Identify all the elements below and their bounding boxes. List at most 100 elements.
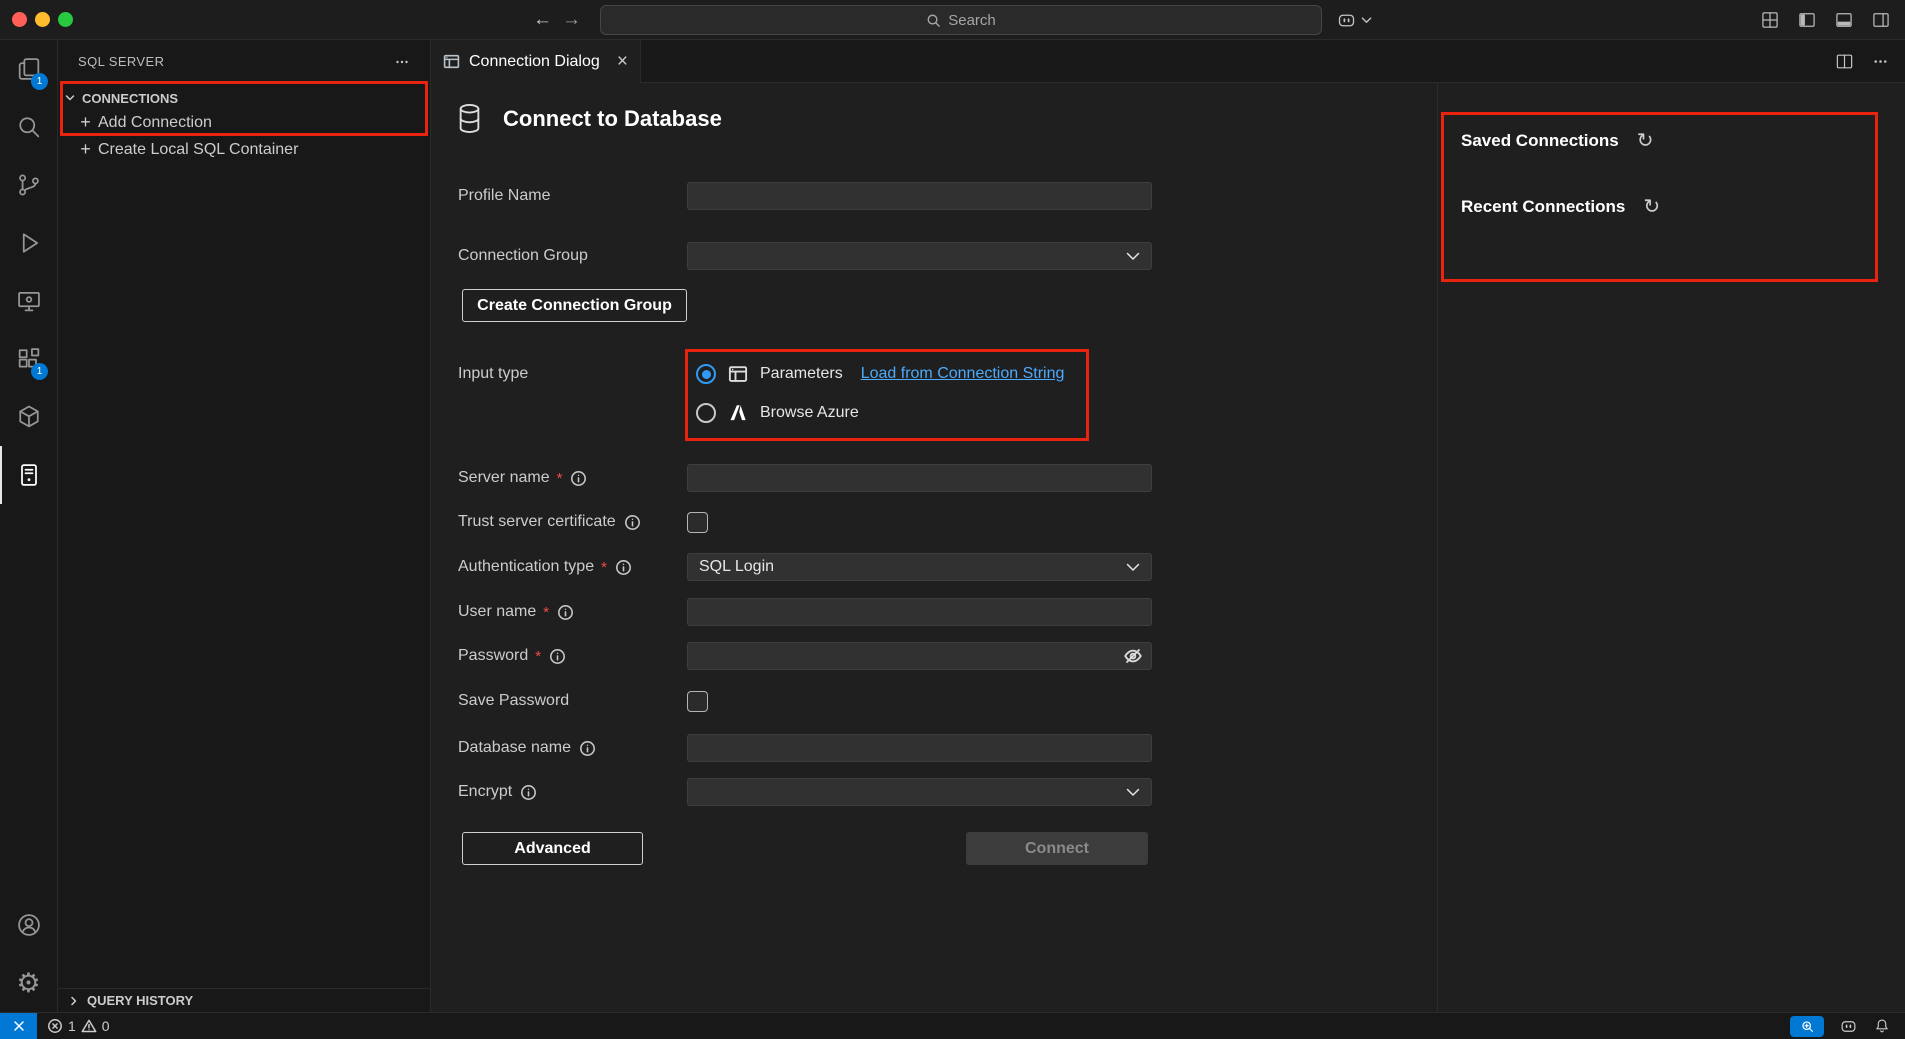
activitybar-sql-server[interactable]	[0, 446, 57, 504]
window-close-button[interactable]	[12, 12, 27, 27]
workbench: 1	[0, 40, 1905, 1012]
server-name-label: Server name *	[458, 464, 587, 492]
add-connection-label: Add Connection	[98, 114, 212, 132]
create-connection-group-button[interactable]: Create Connection Group	[462, 289, 687, 322]
activitybar-accounts[interactable]	[0, 896, 57, 954]
run-debug-icon	[15, 229, 43, 257]
customize-layout-icon[interactable]	[1760, 10, 1780, 30]
sidebar-header: SQL SERVER	[58, 40, 430, 83]
info-icon	[520, 784, 537, 801]
sidebar-section-query-history[interactable]: QUERY HISTORY	[58, 988, 430, 1012]
error-icon	[47, 1018, 63, 1034]
chevron-down-icon	[1126, 252, 1140, 261]
sidebar-item-create-local-sql-container[interactable]: + Create Local SQL Container	[58, 136, 430, 163]
warning-count: 0	[102, 1018, 110, 1034]
refresh-icon[interactable]: ↻	[1637, 131, 1654, 151]
sidebar-item-add-connection[interactable]: + Add Connection	[58, 109, 430, 136]
activitybar-remote-explorer[interactable]	[0, 272, 57, 330]
connect-button[interactable]: Connect	[966, 832, 1148, 865]
activitybar-settings[interactable]: ⚙	[0, 954, 57, 1012]
info-icon	[624, 514, 641, 531]
problems-status[interactable]: 1 0	[47, 1018, 110, 1034]
database-icon	[456, 103, 483, 134]
input-type-browse-azure-row: Browse Azure	[696, 399, 859, 427]
activity-bar-bottom: ⚙	[0, 896, 57, 1012]
editor-content: Connect to Database Profile Name Connect…	[431, 83, 1905, 1012]
plus-icon: +	[78, 139, 93, 160]
user-name-input[interactable]	[687, 598, 1152, 626]
window-zoom-button[interactable]	[58, 12, 73, 27]
info-icon	[615, 559, 632, 576]
parameters-label: Parameters	[760, 365, 843, 383]
authentication-type-select[interactable]: SQL Login	[687, 553, 1152, 581]
authentication-type-label: Authentication type *	[458, 553, 632, 581]
activitybar-extensions[interactable]: 1	[0, 330, 57, 388]
tab-connection-dialog[interactable]: Connection Dialog ×	[431, 40, 641, 83]
split-editor-icon[interactable]	[1835, 52, 1854, 71]
zoom-status-item[interactable]	[1790, 1016, 1824, 1037]
query-history-label: QUERY HISTORY	[87, 993, 193, 1008]
window-minimize-button[interactable]	[35, 12, 50, 27]
saved-connections-title: Saved Connections	[1461, 131, 1619, 151]
eye-off-icon[interactable]	[1123, 646, 1151, 666]
advanced-button[interactable]: Advanced	[462, 832, 643, 865]
info-icon	[549, 648, 566, 665]
activitybar-database-projects[interactable]	[0, 388, 57, 446]
activitybar-search[interactable]	[0, 98, 57, 156]
sidebar-title: SQL SERVER	[78, 54, 164, 69]
required-marker: *	[601, 559, 607, 576]
more-actions-icon[interactable]	[394, 54, 410, 70]
password-input[interactable]	[688, 648, 1123, 665]
parameters-radio[interactable]	[696, 364, 716, 384]
command-center-search[interactable]: Search	[600, 5, 1322, 35]
connections-section-label: CONNECTIONS	[82, 91, 178, 106]
activitybar-run-debug[interactable]	[0, 214, 57, 272]
dialog-header: Connect to Database	[456, 103, 722, 134]
sidebar-section-connections[interactable]: CONNECTIONS	[58, 86, 430, 110]
activity-bar-top: 1	[0, 40, 57, 504]
trust-server-certificate-checkbox[interactable]	[687, 512, 708, 533]
authentication-type-value: SQL Login	[699, 558, 774, 576]
browse-azure-radio[interactable]	[696, 403, 716, 423]
activitybar-source-control[interactable]	[0, 156, 57, 214]
copilot-menu-button[interactable]	[1336, 7, 1372, 33]
profile-name-label: Profile Name	[458, 182, 550, 210]
error-count: 1	[68, 1018, 76, 1034]
dialog-title: Connect to Database	[503, 106, 722, 132]
refresh-icon[interactable]: ↻	[1643, 197, 1660, 217]
encrypt-select[interactable]	[687, 778, 1152, 806]
activitybar-explorer[interactable]: 1	[0, 40, 57, 98]
input-type-label: Input type	[458, 360, 528, 388]
chevron-down-icon	[1361, 16, 1372, 24]
database-name-input[interactable]	[687, 734, 1152, 762]
profile-name-input[interactable]	[687, 182, 1152, 210]
status-bar-right	[1790, 1016, 1905, 1037]
toggle-sidebar-left-icon[interactable]	[1797, 10, 1817, 30]
more-actions-icon[interactable]	[1872, 53, 1889, 70]
tab-close-icon[interactable]: ×	[617, 52, 628, 71]
layout-controls	[1760, 0, 1891, 40]
status-bar: 1 0	[0, 1012, 1905, 1039]
browse-azure-label: Browse Azure	[760, 404, 859, 422]
required-marker: *	[557, 470, 563, 487]
chevron-right-icon	[68, 995, 80, 1007]
copilot-status-icon[interactable]	[1839, 1017, 1858, 1036]
remote-indicator[interactable]	[0, 1013, 37, 1039]
server-name-input[interactable]	[687, 464, 1152, 492]
activity-bar: 1	[0, 40, 58, 1012]
package-icon	[15, 403, 43, 431]
azure-icon	[728, 403, 748, 423]
user-name-label: User name *	[458, 598, 574, 626]
editor-group: Connection Dialog ×	[431, 40, 1905, 1012]
load-connection-string-link[interactable]: Load from Connection String	[861, 365, 1065, 383]
history-back-button[interactable]: ←	[533, 0, 552, 40]
notifications-bell-icon[interactable]	[1873, 1017, 1891, 1035]
toggle-sidebar-right-icon[interactable]	[1871, 10, 1891, 30]
connections-panel: Saved Connections ↻ Recent Connections ↻	[1437, 83, 1905, 1012]
extensions-badge: 1	[31, 363, 48, 380]
connection-group-select[interactable]	[687, 242, 1152, 270]
save-password-checkbox[interactable]	[687, 691, 708, 712]
toggle-panel-bottom-icon[interactable]	[1834, 10, 1854, 30]
search-placeholder: Search	[948, 12, 996, 29]
history-forward-button[interactable]: →	[562, 0, 581, 40]
